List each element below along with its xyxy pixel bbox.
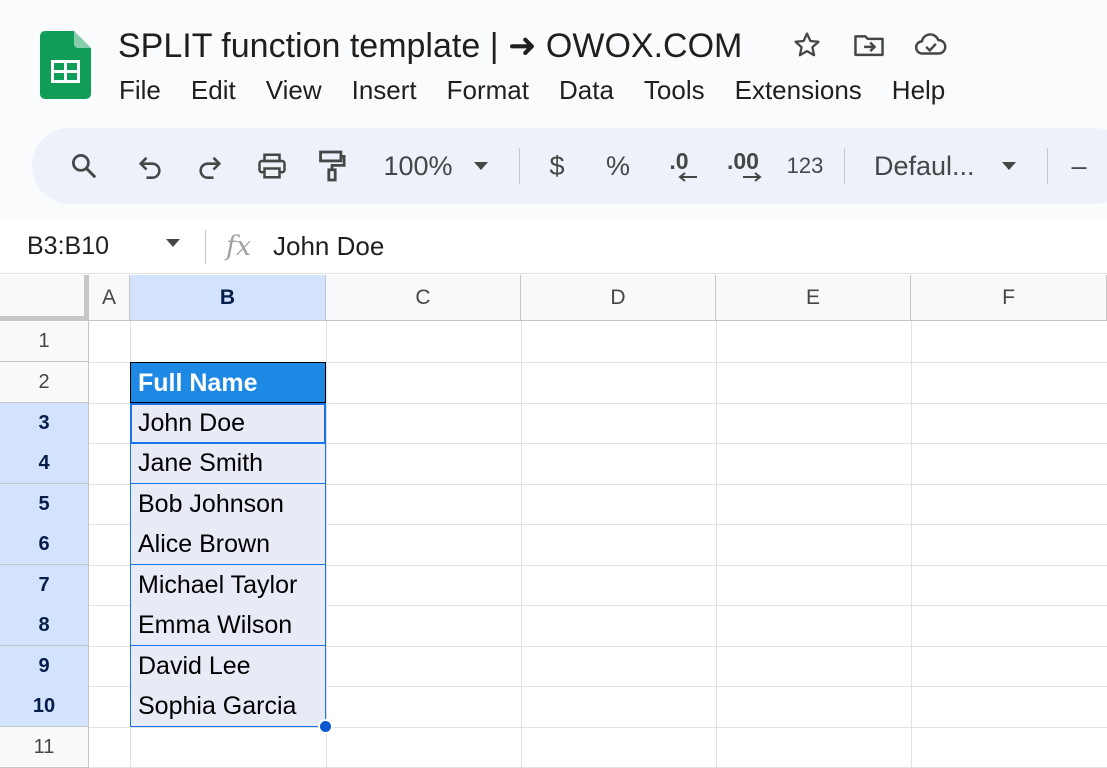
menu-file[interactable]: File bbox=[104, 70, 176, 110]
column-header-a[interactable]: A bbox=[89, 275, 130, 321]
menu-data[interactable]: Data bbox=[544, 70, 629, 110]
menu-view[interactable]: View bbox=[251, 70, 337, 110]
percent-label: % bbox=[605, 150, 630, 181]
menu-edit[interactable]: Edit bbox=[176, 70, 251, 110]
formula-input[interactable]: John Doe bbox=[273, 228, 384, 264]
decrease-decimal-label: .0 bbox=[669, 148, 689, 174]
star-icon[interactable] bbox=[790, 28, 824, 62]
formula-bar: B3:B10 fx John Doe bbox=[0, 218, 1107, 274]
chevron-down-icon bbox=[1001, 162, 1016, 170]
chevron-down-icon bbox=[473, 162, 488, 170]
row-header-7[interactable]: 7 bbox=[0, 565, 89, 606]
font-family-select[interactable]: Defaul... bbox=[862, 128, 1027, 204]
decrease-decimal-button[interactable]: .0 bbox=[654, 128, 704, 204]
row-header-8[interactable]: 8 bbox=[0, 605, 89, 646]
title-bar: SPLIT function template | ➜ OWOX.COM Fil… bbox=[0, 0, 1107, 128]
spreadsheet-grid: A B C D E F 1 2 3 4 5 6 7 8 9 10 11 Full… bbox=[0, 275, 1107, 768]
menu-format[interactable]: Format bbox=[432, 70, 544, 110]
number-format-label: 123 bbox=[786, 153, 824, 178]
undo-icon[interactable] bbox=[128, 128, 172, 204]
paint-format-icon[interactable] bbox=[310, 128, 354, 204]
cell-b10[interactable]: Sophia Garcia bbox=[130, 686, 326, 727]
minus-icon: – bbox=[1071, 150, 1087, 181]
name-box[interactable]: B3:B10 bbox=[27, 228, 109, 264]
document-title[interactable]: SPLIT function template | ➜ OWOX.COM bbox=[118, 24, 742, 68]
increase-decimal-button[interactable]: .00 bbox=[718, 128, 768, 204]
zoom-select[interactable]: 100% bbox=[376, 128, 496, 204]
select-all-corner[interactable] bbox=[0, 275, 89, 321]
column-header-c[interactable]: C bbox=[326, 275, 521, 321]
menu-extensions[interactable]: Extensions bbox=[720, 70, 877, 110]
formula-bar-divider bbox=[205, 230, 206, 264]
toolbar: 100% $ % .0 .00 123 Defaul... – bbox=[32, 128, 1107, 204]
arrow-left-icon bbox=[678, 172, 697, 182]
menu-bar: File Edit View Insert Format Data Tools … bbox=[104, 70, 960, 110]
font-family-value: Defaul... bbox=[874, 150, 975, 181]
toolbar-area: 100% $ % .0 .00 123 Defaul... – bbox=[0, 128, 1107, 218]
cell-b9[interactable]: David Lee bbox=[130, 646, 326, 687]
toolbar-divider bbox=[519, 148, 520, 184]
row-header-2[interactable]: 2 bbox=[0, 362, 89, 403]
cell-b6[interactable]: Alice Brown bbox=[130, 524, 326, 565]
cell-b8[interactable]: Emma Wilson bbox=[130, 605, 326, 646]
zoom-value: 100% bbox=[383, 150, 453, 181]
row-header-3[interactable]: 3 bbox=[0, 403, 89, 444]
print-icon[interactable] bbox=[250, 128, 294, 204]
number-format-button[interactable]: 123 bbox=[778, 128, 832, 204]
decrease-font-size-button[interactable]: – bbox=[1062, 128, 1096, 204]
column-header-f[interactable]: F bbox=[911, 275, 1107, 321]
row-header-10[interactable]: 10 bbox=[0, 686, 89, 727]
menu-help[interactable]: Help bbox=[877, 70, 960, 110]
google-sheets-logo-icon[interactable] bbox=[40, 31, 91, 99]
row-header-11[interactable]: 11 bbox=[0, 727, 89, 768]
menu-tools[interactable]: Tools bbox=[629, 70, 720, 110]
toolbar-divider bbox=[844, 148, 845, 184]
cell-b4[interactable]: Jane Smith bbox=[130, 443, 326, 484]
row-header-9[interactable]: 9 bbox=[0, 646, 89, 687]
cell-b2-header[interactable]: Full Name bbox=[130, 362, 326, 403]
chevron-down-icon[interactable] bbox=[165, 238, 181, 248]
arrow-right-icon bbox=[743, 172, 762, 182]
redo-icon[interactable] bbox=[188, 128, 232, 204]
currency-format-button[interactable]: $ bbox=[537, 128, 577, 204]
percent-format-button[interactable]: % bbox=[598, 128, 638, 204]
increase-decimal-label: .00 bbox=[727, 148, 759, 174]
move-to-folder-icon[interactable] bbox=[852, 28, 886, 62]
row-header-6[interactable]: 6 bbox=[0, 524, 89, 565]
row-header-5[interactable]: 5 bbox=[0, 484, 89, 525]
row-header-1[interactable]: 1 bbox=[0, 321, 89, 362]
currency-label: $ bbox=[549, 150, 565, 181]
column-header-b[interactable]: B bbox=[130, 275, 326, 321]
column-header-d[interactable]: D bbox=[521, 275, 716, 321]
cell-b7[interactable]: Michael Taylor bbox=[130, 565, 326, 606]
search-menus-icon[interactable] bbox=[62, 128, 106, 204]
row-header-4[interactable]: 4 bbox=[0, 443, 89, 484]
toolbar-divider bbox=[1047, 148, 1048, 184]
cell-b3[interactable]: John Doe bbox=[130, 403, 326, 444]
fx-icon: fx bbox=[226, 231, 252, 262]
fill-handle[interactable] bbox=[318, 719, 333, 734]
cell-b5[interactable]: Bob Johnson bbox=[130, 484, 326, 525]
cloud-saved-icon[interactable] bbox=[914, 28, 948, 62]
column-header-e[interactable]: E bbox=[716, 275, 911, 321]
menu-insert[interactable]: Insert bbox=[337, 70, 432, 110]
